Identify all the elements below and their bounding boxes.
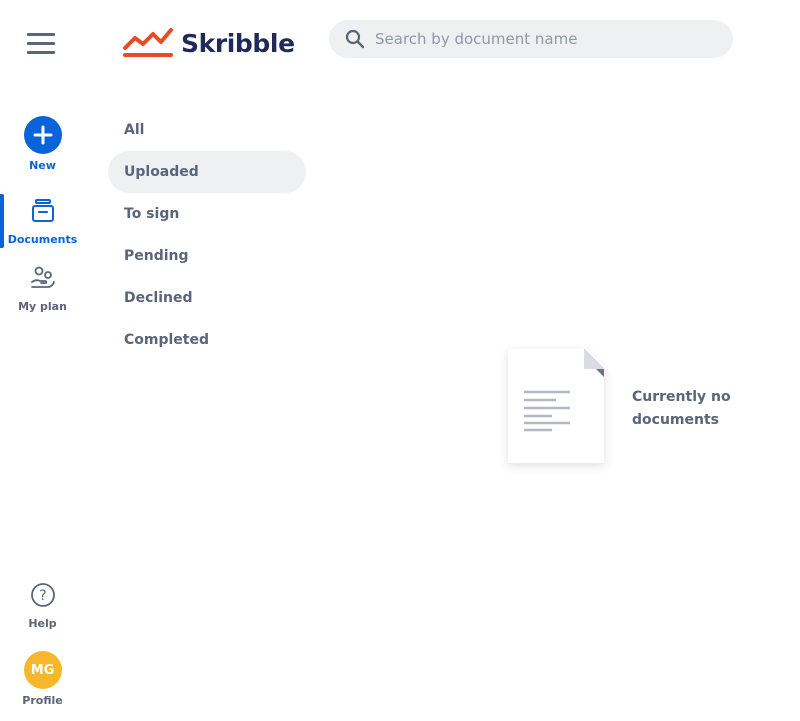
- search-input[interactable]: [375, 30, 705, 48]
- sidebar-item-my-plan[interactable]: My plan: [0, 265, 85, 313]
- inbox-icon: [31, 198, 55, 228]
- filter-pending[interactable]: Pending: [108, 235, 306, 277]
- skribble-logo[interactable]: Skribble: [123, 26, 295, 60]
- empty-state-message: Currently no documents: [632, 389, 731, 428]
- help-icon: ?: [30, 582, 56, 612]
- search-bar[interactable]: [329, 20, 733, 58]
- filter-to-sign[interactable]: To sign: [108, 193, 306, 235]
- help-label: Help: [28, 617, 57, 630]
- filter-declined[interactable]: Declined: [108, 277, 306, 319]
- documents-label: Documents: [7, 233, 78, 246]
- empty-document-icon: [500, 343, 616, 479]
- avatar: MG: [23, 651, 62, 689]
- document-filter-list: All Uploaded To sign Pending Declined Co…: [108, 109, 306, 361]
- hamburger-menu-icon[interactable]: [27, 30, 57, 56]
- plus-icon: [23, 116, 62, 154]
- sidebar-item-help[interactable]: ? Help: [0, 582, 85, 630]
- svg-text:?: ?: [39, 588, 46, 604]
- profile-label: Profile: [22, 694, 63, 707]
- plan-icon: [30, 265, 56, 295]
- new-label: New: [29, 159, 56, 172]
- logo-mark-icon: [123, 28, 175, 58]
- filter-completed[interactable]: Completed: [108, 319, 306, 361]
- new-button[interactable]: New: [0, 116, 85, 172]
- logo-text: Skribble: [181, 28, 295, 58]
- sidebar-item-profile[interactable]: MG Profile: [0, 651, 85, 707]
- sidebar-item-documents[interactable]: Documents: [0, 198, 85, 246]
- search-icon: [345, 29, 365, 49]
- filter-all[interactable]: All: [108, 109, 306, 151]
- my-plan-label: My plan: [18, 300, 67, 313]
- filter-uploaded[interactable]: Uploaded: [108, 151, 306, 193]
- app: Skribble New Documents: [0, 0, 800, 721]
